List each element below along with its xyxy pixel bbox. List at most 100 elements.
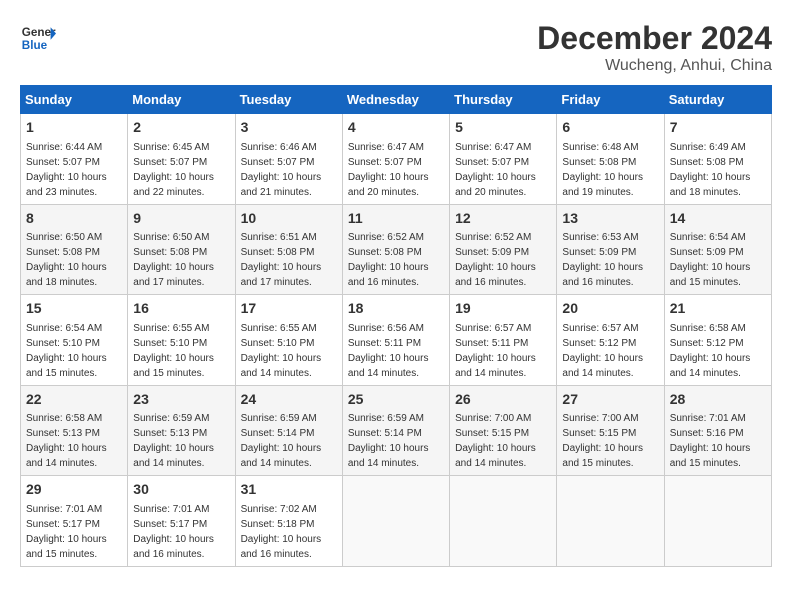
day-number: 2 — [133, 118, 229, 138]
day-number: 19 — [455, 299, 551, 319]
day-number: 15 — [26, 299, 122, 319]
calendar-cell: 30Sunrise: 7:01 AM Sunset: 5:17 PM Dayli… — [128, 476, 235, 567]
day-info: Sunrise: 6:55 AM Sunset: 5:10 PM Dayligh… — [241, 321, 337, 381]
calendar-cell — [450, 476, 557, 567]
day-number: 16 — [133, 299, 229, 319]
day-number: 7 — [670, 118, 766, 138]
day-number: 13 — [562, 209, 658, 229]
calendar-cell: 13Sunrise: 6:53 AM Sunset: 5:09 PM Dayli… — [557, 204, 664, 295]
day-info: Sunrise: 6:50 AM Sunset: 5:08 PM Dayligh… — [133, 230, 229, 290]
title-area: December 2024 Wucheng, Anhui, China — [537, 20, 772, 75]
col-saturday: Saturday — [664, 86, 771, 114]
day-number: 27 — [562, 390, 658, 410]
calendar-cell: 6Sunrise: 6:48 AM Sunset: 5:08 PM Daylig… — [557, 114, 664, 205]
calendar-cell: 17Sunrise: 6:55 AM Sunset: 5:10 PM Dayli… — [235, 295, 342, 386]
day-info: Sunrise: 7:01 AM Sunset: 5:17 PM Dayligh… — [133, 502, 229, 562]
calendar-cell: 9Sunrise: 6:50 AM Sunset: 5:08 PM Daylig… — [128, 204, 235, 295]
calendar-cell: 7Sunrise: 6:49 AM Sunset: 5:08 PM Daylig… — [664, 114, 771, 205]
day-number: 29 — [26, 480, 122, 500]
day-info: Sunrise: 6:52 AM Sunset: 5:08 PM Dayligh… — [348, 230, 444, 290]
calendar-cell: 10Sunrise: 6:51 AM Sunset: 5:08 PM Dayli… — [235, 204, 342, 295]
header: General Blue December 2024 Wucheng, Anhu… — [20, 20, 772, 75]
day-info: Sunrise: 7:01 AM Sunset: 5:16 PM Dayligh… — [670, 411, 766, 471]
day-info: Sunrise: 6:57 AM Sunset: 5:11 PM Dayligh… — [455, 321, 551, 381]
day-number: 9 — [133, 209, 229, 229]
day-number: 6 — [562, 118, 658, 138]
logo-icon: General Blue — [20, 20, 56, 56]
day-number: 17 — [241, 299, 337, 319]
calendar-cell: 5Sunrise: 6:47 AM Sunset: 5:07 PM Daylig… — [450, 114, 557, 205]
calendar-cell: 3Sunrise: 6:46 AM Sunset: 5:07 PM Daylig… — [235, 114, 342, 205]
day-info: Sunrise: 7:01 AM Sunset: 5:17 PM Dayligh… — [26, 502, 122, 562]
calendar-cell — [664, 476, 771, 567]
header-row: Sunday Monday Tuesday Wednesday Thursday… — [21, 86, 772, 114]
month-title: December 2024 — [537, 20, 772, 57]
calendar-cell — [342, 476, 449, 567]
day-info: Sunrise: 6:59 AM Sunset: 5:14 PM Dayligh… — [348, 411, 444, 471]
calendar-cell: 25Sunrise: 6:59 AM Sunset: 5:14 PM Dayli… — [342, 385, 449, 476]
day-number: 8 — [26, 209, 122, 229]
col-thursday: Thursday — [450, 86, 557, 114]
day-number: 5 — [455, 118, 551, 138]
logo: General Blue — [20, 20, 56, 56]
day-number: 25 — [348, 390, 444, 410]
day-number: 22 — [26, 390, 122, 410]
day-number: 11 — [348, 209, 444, 229]
day-number: 30 — [133, 480, 229, 500]
day-number: 24 — [241, 390, 337, 410]
day-info: Sunrise: 6:56 AM Sunset: 5:11 PM Dayligh… — [348, 321, 444, 381]
day-info: Sunrise: 6:47 AM Sunset: 5:07 PM Dayligh… — [455, 140, 551, 200]
day-info: Sunrise: 6:44 AM Sunset: 5:07 PM Dayligh… — [26, 140, 122, 200]
calendar-cell: 27Sunrise: 7:00 AM Sunset: 5:15 PM Dayli… — [557, 385, 664, 476]
calendar-cell: 26Sunrise: 7:00 AM Sunset: 5:15 PM Dayli… — [450, 385, 557, 476]
day-info: Sunrise: 6:55 AM Sunset: 5:10 PM Dayligh… — [133, 321, 229, 381]
day-info: Sunrise: 6:45 AM Sunset: 5:07 PM Dayligh… — [133, 140, 229, 200]
calendar-cell: 14Sunrise: 6:54 AM Sunset: 5:09 PM Dayli… — [664, 204, 771, 295]
location-title: Wucheng, Anhui, China — [537, 57, 772, 75]
calendar-row: 15Sunrise: 6:54 AM Sunset: 5:10 PM Dayli… — [21, 295, 772, 386]
calendar-cell: 4Sunrise: 6:47 AM Sunset: 5:07 PM Daylig… — [342, 114, 449, 205]
day-number: 12 — [455, 209, 551, 229]
day-info: Sunrise: 6:48 AM Sunset: 5:08 PM Dayligh… — [562, 140, 658, 200]
calendar-cell: 23Sunrise: 6:59 AM Sunset: 5:13 PM Dayli… — [128, 385, 235, 476]
calendar-cell: 15Sunrise: 6:54 AM Sunset: 5:10 PM Dayli… — [21, 295, 128, 386]
col-friday: Friday — [557, 86, 664, 114]
calendar-cell: 28Sunrise: 7:01 AM Sunset: 5:16 PM Dayli… — [664, 385, 771, 476]
day-info: Sunrise: 6:58 AM Sunset: 5:13 PM Dayligh… — [26, 411, 122, 471]
day-info: Sunrise: 6:52 AM Sunset: 5:09 PM Dayligh… — [455, 230, 551, 290]
col-sunday: Sunday — [21, 86, 128, 114]
calendar-cell: 11Sunrise: 6:52 AM Sunset: 5:08 PM Dayli… — [342, 204, 449, 295]
day-info: Sunrise: 6:53 AM Sunset: 5:09 PM Dayligh… — [562, 230, 658, 290]
day-info: Sunrise: 7:02 AM Sunset: 5:18 PM Dayligh… — [241, 502, 337, 562]
day-number: 26 — [455, 390, 551, 410]
calendar-cell: 20Sunrise: 6:57 AM Sunset: 5:12 PM Dayli… — [557, 295, 664, 386]
col-wednesday: Wednesday — [342, 86, 449, 114]
calendar-cell: 21Sunrise: 6:58 AM Sunset: 5:12 PM Dayli… — [664, 295, 771, 386]
day-info: Sunrise: 6:50 AM Sunset: 5:08 PM Dayligh… — [26, 230, 122, 290]
day-number: 3 — [241, 118, 337, 138]
day-number: 1 — [26, 118, 122, 138]
calendar-row: 1Sunrise: 6:44 AM Sunset: 5:07 PM Daylig… — [21, 114, 772, 205]
day-info: Sunrise: 6:59 AM Sunset: 5:14 PM Dayligh… — [241, 411, 337, 471]
day-info: Sunrise: 7:00 AM Sunset: 5:15 PM Dayligh… — [562, 411, 658, 471]
day-number: 4 — [348, 118, 444, 138]
day-info: Sunrise: 6:49 AM Sunset: 5:08 PM Dayligh… — [670, 140, 766, 200]
calendar-table: Sunday Monday Tuesday Wednesday Thursday… — [20, 85, 772, 567]
day-info: Sunrise: 6:59 AM Sunset: 5:13 PM Dayligh… — [133, 411, 229, 471]
col-tuesday: Tuesday — [235, 86, 342, 114]
calendar-row: 8Sunrise: 6:50 AM Sunset: 5:08 PM Daylig… — [21, 204, 772, 295]
day-info: Sunrise: 6:54 AM Sunset: 5:10 PM Dayligh… — [26, 321, 122, 381]
calendar-cell: 12Sunrise: 6:52 AM Sunset: 5:09 PM Dayli… — [450, 204, 557, 295]
calendar-row: 22Sunrise: 6:58 AM Sunset: 5:13 PM Dayli… — [21, 385, 772, 476]
calendar-row: 29Sunrise: 7:01 AM Sunset: 5:17 PM Dayli… — [21, 476, 772, 567]
calendar-cell: 18Sunrise: 6:56 AM Sunset: 5:11 PM Dayli… — [342, 295, 449, 386]
calendar-cell: 19Sunrise: 6:57 AM Sunset: 5:11 PM Dayli… — [450, 295, 557, 386]
calendar-cell: 16Sunrise: 6:55 AM Sunset: 5:10 PM Dayli… — [128, 295, 235, 386]
day-info: Sunrise: 6:47 AM Sunset: 5:07 PM Dayligh… — [348, 140, 444, 200]
calendar-cell — [557, 476, 664, 567]
calendar-cell: 8Sunrise: 6:50 AM Sunset: 5:08 PM Daylig… — [21, 204, 128, 295]
day-info: Sunrise: 6:51 AM Sunset: 5:08 PM Dayligh… — [241, 230, 337, 290]
calendar-cell: 22Sunrise: 6:58 AM Sunset: 5:13 PM Dayli… — [21, 385, 128, 476]
calendar-cell: 31Sunrise: 7:02 AM Sunset: 5:18 PM Dayli… — [235, 476, 342, 567]
day-number: 18 — [348, 299, 444, 319]
